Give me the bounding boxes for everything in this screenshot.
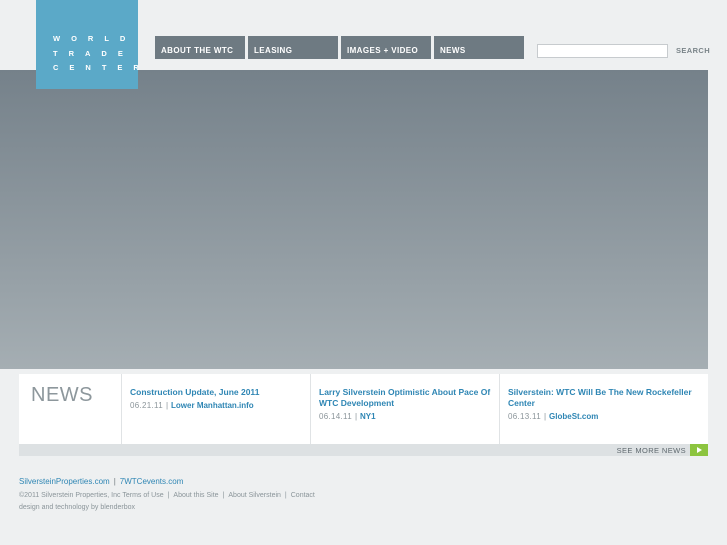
nav-about-the-wtc[interactable]: ABOUT THE WTC	[155, 36, 245, 59]
news-heading: NEWS	[31, 384, 93, 406]
news-source-link[interactable]: Lower Manhattan.info	[171, 401, 254, 410]
footer-link-silverstein-properties[interactable]: SilversteinProperties.com	[19, 477, 110, 486]
nav-images-video[interactable]: IMAGES + VIDEO	[341, 36, 431, 59]
logo-line-trade: TRADE	[53, 49, 134, 58]
news-date: 06.13.11	[508, 412, 541, 421]
search-button[interactable]: SEARCH	[676, 46, 710, 55]
nav-leasing[interactable]: LEASING	[248, 36, 338, 59]
footer-separator: |	[222, 492, 225, 499]
footer-link-7wtc-events[interactable]: 7WTCevents.com	[120, 477, 184, 486]
news-headline-link[interactable]: Silverstein: WTC Will Be The New Rockefe…	[508, 387, 700, 409]
footer-link-terms-of-use[interactable]: Terms of Use	[122, 492, 163, 499]
news-source-link[interactable]: NY1	[360, 412, 376, 421]
arrow-right-icon[interactable]	[690, 444, 708, 456]
nav-news[interactable]: NEWS	[434, 36, 524, 59]
news-item: Larry Silverstein Optimistic About Pace …	[310, 374, 499, 444]
footer-link-about-this-site[interactable]: About this Site	[173, 492, 218, 499]
news-meta: 06.21.11 | Lower Manhattan.info	[130, 400, 302, 411]
footer-link-about-silverstein[interactable]: About Silverstein	[228, 492, 281, 499]
news-panel: NEWS Construction Update, June 2011 06.2…	[19, 374, 708, 444]
footer-link-contact[interactable]: Contact	[291, 492, 315, 499]
see-more-news-link[interactable]: SEE MORE NEWS	[617, 446, 686, 455]
see-more-bar: SEE MORE NEWS	[19, 444, 708, 456]
news-meta: 06.13.11 | GlobeSt.com	[508, 411, 700, 422]
news-separator: |	[165, 401, 169, 410]
footer-separator: |	[113, 477, 116, 486]
news-date: 06.14.11	[319, 412, 352, 421]
news-source-link[interactable]: GlobeSt.com	[549, 412, 598, 421]
news-separator: |	[543, 412, 547, 421]
footer-site-links: SilversteinProperties.com | 7WTCevents.com	[19, 477, 183, 486]
news-date: 06.21.11	[130, 401, 163, 410]
news-item: Construction Update, June 2011 06.21.11 |…	[121, 374, 310, 444]
footer-credit[interactable]: design and technology by blenderbox	[19, 504, 135, 511]
logo-line-center: CENTER	[53, 63, 150, 72]
news-headline-link[interactable]: Construction Update, June 2011	[130, 387, 302, 398]
search-input[interactable]	[537, 44, 668, 58]
main-nav: ABOUT THE WTC LEASING IMAGES + VIDEO NEW…	[155, 36, 527, 59]
news-item: Silverstein: WTC Will Be The New Rockefe…	[499, 374, 708, 444]
news-meta: 06.14.11 | NY1	[319, 411, 491, 422]
wtc-logo[interactable]: WORLD TRADE CENTER	[36, 0, 139, 89]
hero-image	[0, 70, 708, 369]
news-headline-link[interactable]: Larry Silverstein Optimistic About Pace …	[319, 387, 491, 409]
news-separator: |	[354, 412, 358, 421]
footer-separator: |	[284, 492, 287, 499]
footer-separator: |	[167, 492, 170, 499]
logo-line-world: WORLD	[53, 34, 137, 43]
footer-legal: ©2011 Silverstein Properties, Inc Terms …	[19, 492, 315, 499]
copyright-text: ©2011 Silverstein Properties, Inc	[19, 492, 121, 499]
